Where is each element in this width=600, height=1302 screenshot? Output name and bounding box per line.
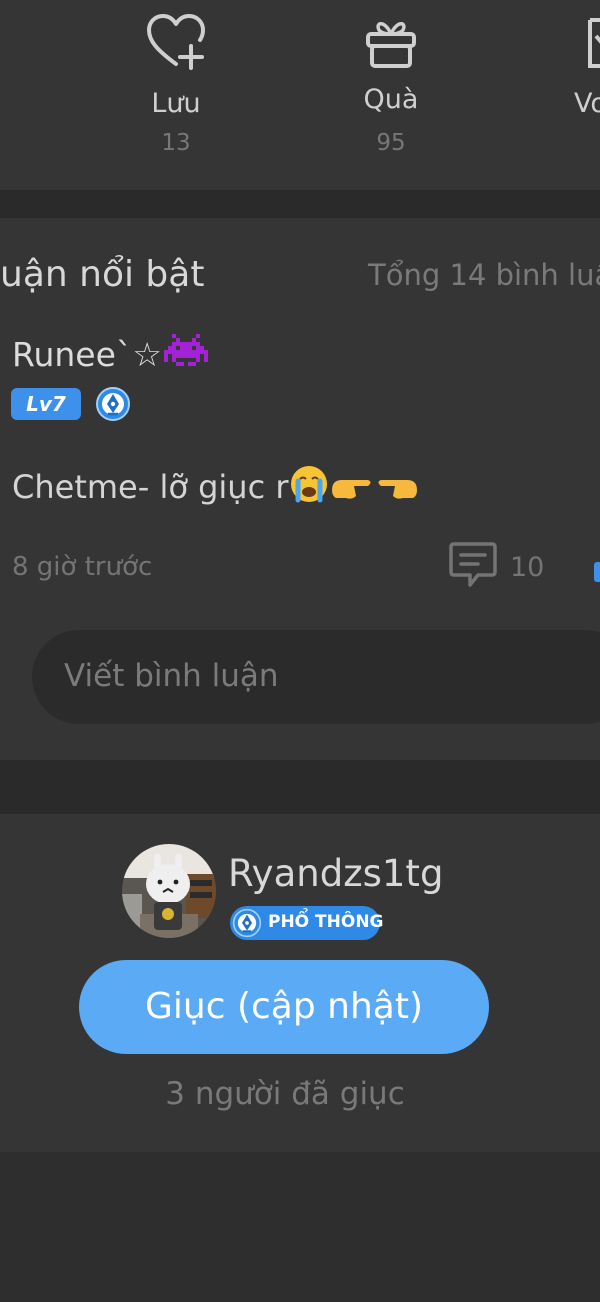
pen-badge-icon xyxy=(232,908,262,942)
crying-face-icon xyxy=(289,464,329,512)
comment-total-link[interactable]: Tổng 14 bình luậ xyxy=(368,258,600,292)
vote-label: Vo xyxy=(574,88,600,119)
bottom-area xyxy=(0,1152,600,1302)
gift-label: Quà xyxy=(363,84,419,115)
uploader-card: Ryandzs1tg PHỔ THÔNG Giục (cập nhật) 3 n… xyxy=(0,814,600,1152)
ticket-icon xyxy=(582,18,600,74)
level-badge: Lv7 xyxy=(11,388,81,420)
avatar[interactable] xyxy=(122,844,216,938)
gift-icon xyxy=(363,14,419,74)
reply-count: 10 xyxy=(510,552,545,583)
comment-time: 8 giờ trước xyxy=(12,552,153,582)
comment-author-name: Runee`☆ xyxy=(12,335,162,374)
alien-monster-icon xyxy=(163,334,208,378)
tier-label: PHỔ THÔNG xyxy=(268,912,384,932)
save-count: 13 xyxy=(161,130,191,156)
urged-count: 3 người đã giục xyxy=(165,1076,405,1112)
comment-input[interactable]: Viết bình luận xyxy=(32,630,600,724)
like-icon[interactable] xyxy=(594,562,600,582)
comment-author[interactable]: Runee`☆ xyxy=(12,334,208,378)
uploader-name[interactable]: Ryandzs1tg xyxy=(228,852,443,895)
save-label: Lưu xyxy=(151,88,201,119)
featured-comments: uận nổi bật Tổng 14 bình luậ Runee`☆ Lv7 xyxy=(0,218,600,760)
urge-update-button[interactable]: Giục (cập nhật) xyxy=(79,960,489,1054)
comment-body: Chetme- lỡ giục r xyxy=(12,468,289,506)
comment-input-placeholder: Viết bình luận xyxy=(64,658,279,694)
gift-count: 95 xyxy=(376,130,406,156)
stats-bar: Lưu 13 Quà 95 Vo xyxy=(0,0,600,190)
heart-plus-icon xyxy=(145,12,207,74)
pointing-left-icon xyxy=(375,468,419,512)
section-title: uận nổi bật xyxy=(0,254,205,295)
tier-badge: PHỔ THÔNG xyxy=(230,906,384,942)
section-divider xyxy=(0,760,600,814)
pen-badge-icon xyxy=(95,386,131,422)
pointing-right-icon xyxy=(330,468,374,512)
reply-icon[interactable] xyxy=(448,540,498,592)
comment-text: Chetme- lỡ giục r xyxy=(12,464,419,512)
section-divider xyxy=(0,190,600,218)
